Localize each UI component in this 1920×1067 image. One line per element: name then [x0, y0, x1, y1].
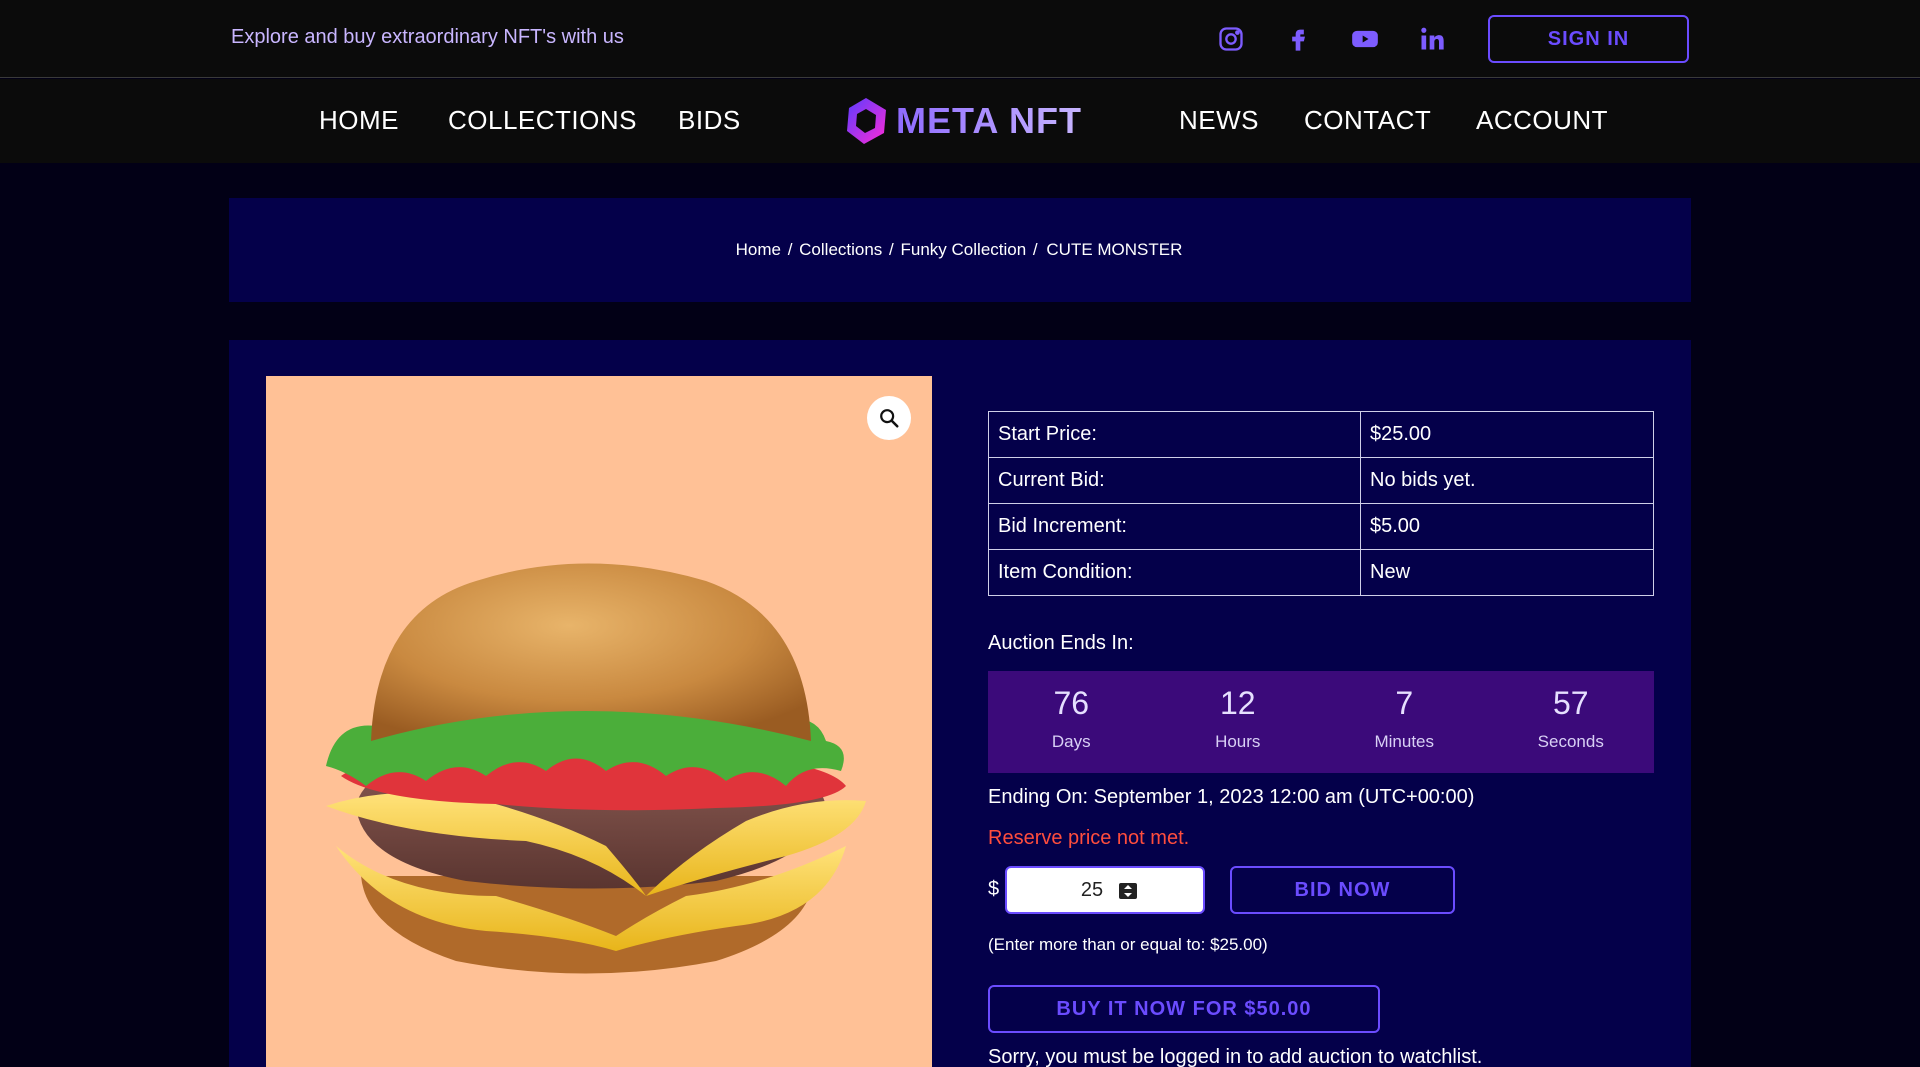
- bid-increment-value: $5.00: [1360, 503, 1654, 550]
- zoom-button[interactable]: [867, 396, 911, 440]
- current-bid-label: Current Bid:: [988, 457, 1361, 504]
- countdown-unit: Minutes: [1374, 732, 1435, 751]
- countdown-unit: Days: [1051, 732, 1091, 751]
- start-price-label: Start Price:: [988, 411, 1361, 458]
- nav-account[interactable]: ACCOUNT: [1476, 105, 1608, 136]
- bid-amount-field[interactable]: [1005, 866, 1205, 914]
- tagline: Explore and buy extraordinary NFT's with…: [231, 26, 624, 48]
- top-bar: Explore and buy extraordinary NFT's with…: [0, 0, 1920, 78]
- buy-now-button[interactable]: BUY IT NOW FOR $50.00: [988, 985, 1380, 1033]
- breadcrumb-home[interactable]: Home: [736, 240, 781, 259]
- table-row: Bid Increment: $5.00: [988, 503, 1654, 550]
- logo[interactable]: META NFT: [840, 95, 1082, 147]
- linkedin-icon[interactable]: [1415, 22, 1449, 56]
- watchlist-message: Sorry, you must be logged in to add auct…: [988, 1046, 1483, 1067]
- bid-hint: (Enter more than or equal to: $25.00): [988, 935, 1268, 954]
- item-condition-label: Item Condition:: [988, 549, 1361, 596]
- youtube-icon[interactable]: [1348, 22, 1382, 56]
- start-price-value: $25.00: [1360, 411, 1654, 458]
- current-bid-value: No bids yet.: [1360, 457, 1654, 504]
- auction-ends-label: Auction Ends In:: [988, 632, 1134, 654]
- nav-bids[interactable]: BIDS: [678, 105, 741, 136]
- countdown-value: 57: [1552, 685, 1589, 721]
- main-nav: HOME COLLECTIONS BIDS META NFT NEWS CONT…: [0, 79, 1920, 163]
- nav-news[interactable]: NEWS: [1179, 105, 1259, 136]
- countdown-hours: 12 Hours: [1155, 671, 1322, 773]
- table-row: Current Bid: No bids yet.: [988, 457, 1654, 504]
- breadcrumb-separator: /: [889, 240, 894, 259]
- countdown-timer: 76 Days 12 Hours 7 Minutes 57 Seconds: [988, 671, 1654, 773]
- magnifier-icon: [880, 409, 899, 428]
- logo-text: META NFT: [896, 100, 1082, 141]
- currency-symbol: $: [988, 878, 1000, 900]
- bid-increment-label: Bid Increment:: [988, 503, 1361, 550]
- countdown-value: 7: [1395, 685, 1414, 721]
- breadcrumb-funky-collection[interactable]: Funky Collection: [901, 240, 1027, 259]
- countdown-seconds: 57 Seconds: [1488, 671, 1655, 773]
- countdown-minutes: 7 Minutes: [1321, 671, 1488, 773]
- reserve-status: Reserve price not met.: [988, 827, 1190, 849]
- countdown-unit: Hours: [1215, 732, 1261, 751]
- bid-now-button[interactable]: BID NOW: [1230, 866, 1455, 914]
- sign-in-button[interactable]: SIGN IN: [1488, 15, 1689, 63]
- table-row: Start Price: $25.00: [988, 411, 1654, 458]
- nav-contact[interactable]: CONTACT: [1304, 105, 1431, 136]
- table-row: Item Condition: New: [988, 549, 1654, 596]
- breadcrumb-separator: /: [1032, 240, 1038, 259]
- countdown-value: 76: [1053, 685, 1090, 721]
- nav-collections[interactable]: COLLECTIONS: [448, 105, 637, 136]
- breadcrumb-band: Home / Collections / Funky Collection / …: [229, 198, 1691, 302]
- facebook-icon[interactable]: [1281, 22, 1315, 56]
- breadcrumb: Home / Collections / Funky Collection / …: [736, 240, 1185, 260]
- logo-mark-icon: [847, 98, 886, 144]
- breadcrumb-collections[interactable]: Collections: [799, 240, 882, 259]
- auction-info-table: Start Price: $25.00 Current Bid: No bids…: [988, 411, 1654, 596]
- burger-image: [326, 563, 866, 974]
- countdown-days: 76 Days: [988, 671, 1155, 773]
- stepper-icon[interactable]: [1119, 883, 1137, 899]
- nav-home[interactable]: HOME: [319, 105, 399, 136]
- breadcrumb-separator: /: [787, 240, 793, 259]
- product-image[interactable]: [266, 376, 932, 1067]
- item-condition-value: New: [1360, 549, 1654, 596]
- ending-on-text: Ending On: September 1, 2023 12:00 am (U…: [988, 786, 1475, 808]
- countdown-value: 12: [1219, 685, 1256, 721]
- instagram-icon[interactable]: [1214, 22, 1248, 56]
- countdown-unit: Seconds: [1537, 732, 1604, 751]
- breadcrumb-current: CUTE MONSTER: [1046, 240, 1183, 259]
